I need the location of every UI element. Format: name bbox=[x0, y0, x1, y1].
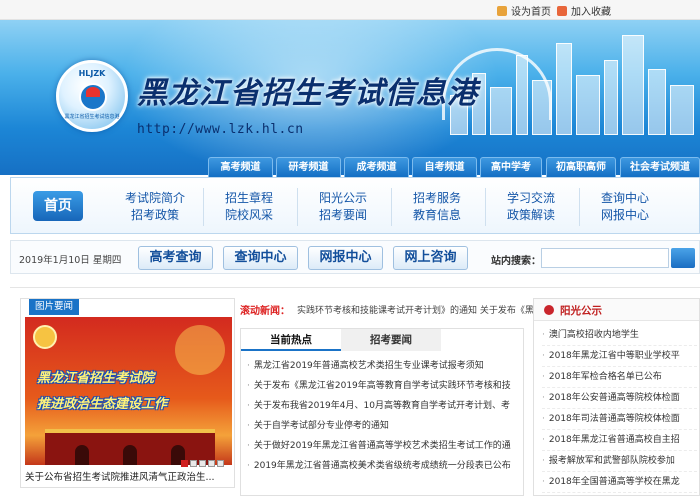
nav-link[interactable]: 考试院简介 bbox=[123, 190, 187, 207]
star-icon bbox=[557, 6, 567, 16]
photo-headline: 推进政治生态建设工作 bbox=[37, 397, 168, 412]
channel-tab[interactable]: 自考频道 bbox=[412, 157, 477, 177]
nav-link[interactable]: 网报中心 bbox=[593, 207, 657, 224]
nav-column: 招生章程 院校风采 bbox=[217, 190, 281, 224]
photo-news-tab[interactable]: 图片要闻 bbox=[29, 299, 79, 315]
slide-dot[interactable] bbox=[190, 460, 197, 467]
online-consult-button[interactable]: 网上咨询 bbox=[393, 246, 468, 270]
list-item[interactable]: · 关于发布《黑龙江省2019年高等教育自学考试实践环节考核和技 bbox=[247, 376, 519, 396]
bookmark-link[interactable]: 加入收藏 bbox=[557, 3, 611, 18]
list-item[interactable]: · 黑龙江省2019年普通高校艺术类招生专业课考试报考须知 bbox=[247, 356, 519, 376]
list-item[interactable]: · 2018年全国普通高等学校在黑龙 bbox=[542, 472, 697, 493]
set-home-link[interactable]: 设为首页 bbox=[497, 3, 551, 18]
nav-link[interactable]: 政策解读 bbox=[499, 207, 563, 224]
query-center-button[interactable]: 查询中心 bbox=[223, 246, 298, 270]
quick-toolbar: 2019年1月10日 星期四 高考查询 查询中心 网报中心 网上咨询 站内搜索： bbox=[10, 240, 700, 274]
header-banner: HLJZK 黑龙江省招生考试信息港 黑龙江省招生考试信息港 http://www… bbox=[0, 20, 700, 175]
main-nav: 首页 考试院简介 招考政策 招生章程 院校风采 阳光公示 招考要闻 招考服务 教… bbox=[10, 177, 700, 234]
list-item[interactable]: · 2018年黑龙江省中等职业学校平 bbox=[542, 346, 697, 367]
photo-news-image[interactable]: 黑龙江省招生考试院 推进政治生态建设工作 bbox=[25, 317, 232, 465]
list-item[interactable]: · 2018年司法普通高等院校体检面 bbox=[542, 409, 697, 430]
list-item[interactable]: · 关于做好2019年黑龙江省普通高等学校艺术类招生考试工作的通 bbox=[247, 436, 519, 456]
party-emblem-icon bbox=[33, 325, 57, 349]
sun-icon bbox=[544, 305, 554, 315]
nav-link[interactable]: 招生章程 bbox=[217, 190, 281, 207]
channel-tab[interactable]: 社会考试频道 bbox=[620, 157, 700, 177]
photo-news-panel: 图片要闻 黑龙江省招生考试院 推进政治生态建设工作 关于公布省招生考试院推进风清… bbox=[20, 298, 235, 488]
channel-tab[interactable]: 高考频道 bbox=[208, 157, 273, 177]
nav-column: 招考服务 教育信息 bbox=[405, 190, 469, 224]
slide-dot[interactable] bbox=[199, 460, 206, 467]
search-input[interactable] bbox=[541, 248, 669, 268]
nav-link[interactable]: 招考服务 bbox=[405, 190, 469, 207]
online-registration-button[interactable]: 网报中心 bbox=[308, 246, 383, 270]
list-item[interactable]: · 报考解放军和武警部队院校参加 bbox=[542, 451, 697, 472]
nav-link[interactable]: 院校风采 bbox=[217, 207, 281, 224]
site-url: http://www.lzk.hl.cn bbox=[137, 122, 304, 137]
nav-link[interactable]: 教育信息 bbox=[405, 207, 469, 224]
home-icon bbox=[497, 6, 507, 16]
nav-column: 考试院简介 招考政策 bbox=[123, 190, 187, 224]
channel-tab[interactable]: 初高职高师 bbox=[546, 157, 616, 177]
search-button[interactable] bbox=[671, 248, 695, 268]
slide-dot[interactable] bbox=[208, 460, 215, 467]
list-item[interactable]: · 2019年黑龙江省普通高校美术类省级统考成绩统一分段表已公布 bbox=[247, 456, 519, 476]
news-panel: 当前热点 招考要闻 · 黑龙江省2019年普通高校艺术类招生专业课考试报考须知 ·… bbox=[240, 328, 524, 496]
nav-column: 查询中心 网报中心 bbox=[593, 190, 657, 224]
current-date: 2019年1月10日 星期四 bbox=[19, 255, 122, 266]
gaokao-query-button[interactable]: 高考查询 bbox=[138, 246, 213, 270]
site-title: 黑龙江省招生考试信息港 bbox=[137, 76, 478, 111]
nav-link[interactable]: 查询中心 bbox=[593, 190, 657, 207]
channel-tab[interactable]: 成考频道 bbox=[344, 157, 409, 177]
site-logo[interactable]: HLJZK 黑龙江省招生考试信息港 bbox=[56, 60, 128, 132]
nav-link[interactable]: 招考政策 bbox=[123, 207, 187, 224]
list-item[interactable]: · 2018年军检合格名单已公布 bbox=[542, 367, 697, 388]
nav-link[interactable]: 阳光公示 bbox=[311, 190, 375, 207]
content-area: 图片要闻 黑龙江省招生考试院 推进政治生态建设工作 关于公布省招生考试院推进风清… bbox=[10, 287, 700, 496]
top-strip: 设为首页 加入收藏 bbox=[0, 0, 700, 20]
list-item[interactable]: · 2018年黑龙江省普通高校自主招 bbox=[542, 430, 697, 451]
photo-headline: 黑龙江省招生考试院 bbox=[37, 371, 155, 386]
nav-link[interactable]: 学习交流 bbox=[499, 190, 563, 207]
scroll-news-ticker[interactable]: 实践环节考核和技能课考试开考计划》的通知 关于发布《黑 bbox=[297, 303, 534, 316]
nav-column: 阳光公示 招考要闻 bbox=[311, 190, 375, 224]
city-skyline-decor bbox=[440, 25, 700, 135]
channel-tab[interactable]: 研考频道 bbox=[276, 157, 341, 177]
sunshine-list: · 澳门高校招收内地学生 · 2018年黑龙江省中等职业学校平 · 2018年军检合格… bbox=[542, 325, 697, 493]
tab-exam-news[interactable]: 招考要闻 bbox=[341, 329, 441, 351]
nav-link[interactable]: 招考要闻 bbox=[311, 207, 375, 224]
photo-caption[interactable]: 关于公布省招生考试院推进风清气正政治生... bbox=[25, 469, 232, 483]
nav-column: 学习交流 政策解读 bbox=[499, 190, 563, 224]
list-item[interactable]: · 关于发布我省2019年4月、10月高等教育自学考试开考计划、考 bbox=[247, 396, 519, 416]
list-item[interactable]: · 澳门高校招收内地学生 bbox=[542, 325, 697, 346]
news-list: · 黑龙江省2019年普通高校艺术类招生专业课考试报考须知 · 关于发布《黑龙江省2… bbox=[247, 356, 519, 476]
tab-hot-topics[interactable]: 当前热点 bbox=[241, 329, 341, 351]
slide-dot[interactable] bbox=[181, 460, 188, 467]
sunshine-notice-panel: 阳光公示 · 澳门高校招收内地学生 · 2018年黑龙江省中等职业学校平 · 2018… bbox=[533, 298, 700, 496]
list-item[interactable]: · 关于自学考试部分专业停考的通知 bbox=[247, 416, 519, 436]
slide-dot[interactable] bbox=[217, 460, 224, 467]
scroll-news-label: 滚动新闻： bbox=[240, 306, 290, 317]
sunshine-header: 阳光公示 bbox=[534, 299, 699, 321]
search-label: 站内搜索： bbox=[491, 256, 541, 267]
home-button[interactable]: 首页 bbox=[33, 191, 83, 221]
channel-tab[interactable]: 高中学考 bbox=[480, 157, 542, 177]
list-item[interactable]: · 2018年公安普通高等院校体检面 bbox=[542, 388, 697, 409]
